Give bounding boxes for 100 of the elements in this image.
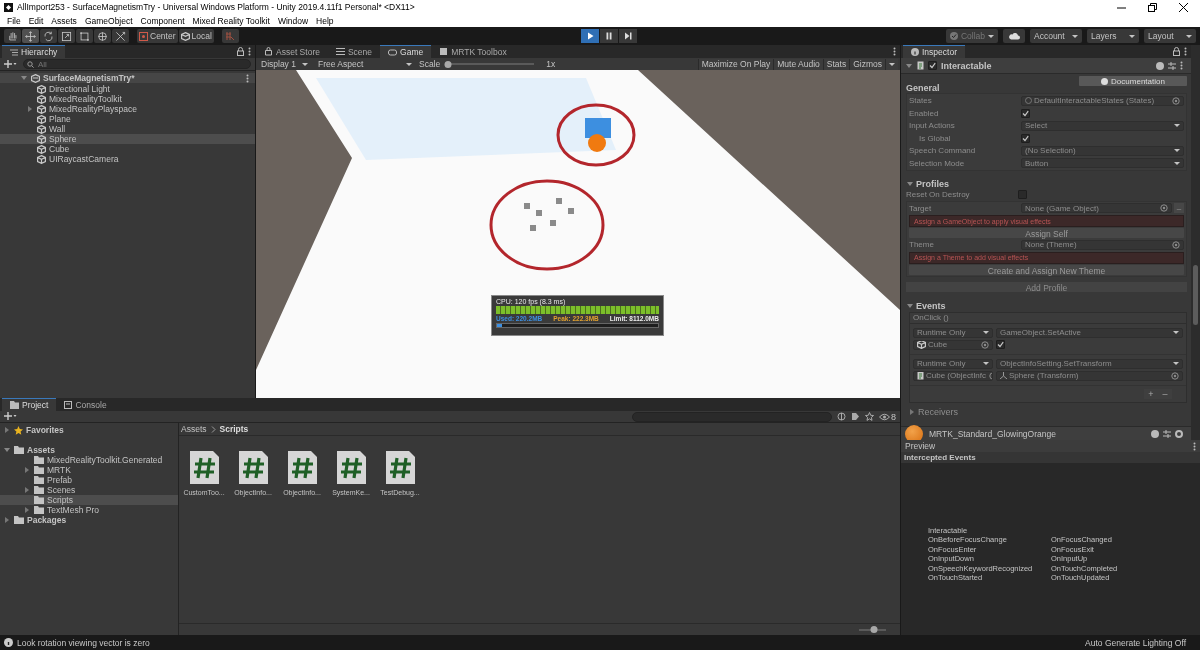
hand-tool-button[interactable]	[4, 29, 21, 43]
script-file-icon[interactable]	[286, 450, 318, 485]
help-icon[interactable]	[1151, 429, 1159, 438]
script-file-icon[interactable]	[384, 450, 416, 485]
breadcrumb-link[interactable]: Assets	[181, 424, 207, 434]
dropdown[interactable]: Select	[1021, 120, 1184, 131]
folder-item[interactable]: TextMesh Pro	[0, 505, 178, 515]
object-field[interactable]: Sphere (Transform)	[996, 370, 1183, 381]
rect-tool-button[interactable]	[76, 29, 93, 43]
eye-icon[interactable]	[879, 412, 890, 421]
transform-tool-button[interactable]	[94, 29, 111, 43]
script-file-icon[interactable]	[335, 450, 367, 485]
restore-icon[interactable]	[1148, 2, 1157, 12]
object-picker-icon[interactable]	[1171, 371, 1179, 380]
checkbox[interactable]	[1021, 133, 1030, 143]
hierarchy-item[interactable]: Plane	[0, 114, 255, 124]
enabled-checkbox[interactable]	[928, 61, 937, 70]
menu-item[interactable]: File	[3, 15, 25, 26]
folder-item[interactable]: Scripts	[0, 495, 178, 505]
menu-item[interactable]: Window	[273, 15, 313, 26]
toggle-button[interactable]: Gizmos	[849, 58, 885, 70]
panel-tab[interactable]: Project	[2, 398, 57, 411]
scene-row[interactable]: SurfaceMagnetismTry*	[0, 73, 255, 83]
menu-item[interactable]: Edit	[24, 15, 48, 26]
object-field[interactable]: Cube (ObjectInfc	[913, 370, 993, 381]
hierarchy-item[interactable]: Wall	[0, 124, 255, 134]
hierarchy-item[interactable]: MixedRealityPlayspace	[0, 104, 255, 114]
add-icon[interactable]	[4, 59, 17, 69]
documentation-button[interactable]: Documentation	[1079, 76, 1187, 86]
more-options-icon[interactable]	[1184, 47, 1187, 56]
expanded-arrow-icon[interactable]	[20, 74, 28, 82]
material-header[interactable]: MRTK_Standard_GlowingOrange	[901, 426, 1191, 440]
scrollbar-thumb[interactable]	[1193, 265, 1198, 325]
search-field[interactable]: All	[23, 59, 251, 69]
object-picker-icon[interactable]	[981, 340, 989, 349]
folder-item[interactable]: Assets	[0, 445, 178, 455]
object-field[interactable]: Cube	[913, 339, 993, 350]
collapsed-arrow-icon[interactable]	[908, 407, 916, 416]
expanded-arrow-icon[interactable]	[906, 302, 914, 310]
dropdown[interactable]: Layout	[1144, 29, 1196, 43]
add-button[interactable]: +	[1144, 388, 1158, 399]
folder-item[interactable]: Packages	[0, 515, 178, 525]
script-file-icon[interactable]	[188, 450, 220, 485]
step-button[interactable]	[618, 29, 637, 43]
dropdown[interactable]: ObjectInfoSetting.SetTransform	[996, 358, 1183, 369]
dropdown[interactable]: GameObject.SetActive	[996, 327, 1183, 338]
hierarchy-item[interactable]: Directional Light	[0, 84, 255, 94]
dropdown[interactable]: Account	[1030, 29, 1082, 43]
folder-item[interactable]: MixedRealityToolkit.Generated	[0, 455, 178, 465]
object-field[interactable]: None (Theme)	[1021, 239, 1184, 250]
gizmos-menu-button[interactable]	[885, 58, 898, 70]
collapsed-arrow-icon[interactable]	[3, 516, 11, 524]
display-dropdown[interactable]: Display 1	[258, 58, 311, 70]
panel-tab[interactable]: Inspector	[903, 45, 965, 58]
lock-icon[interactable]	[1173, 47, 1180, 56]
menu-item[interactable]: Help	[312, 15, 338, 26]
help-icon[interactable]	[1156, 61, 1164, 70]
collapsed-arrow-icon[interactable]	[23, 466, 31, 474]
dropdown[interactable]: Runtime Only	[913, 327, 993, 338]
slider-thumb[interactable]	[870, 626, 878, 633]
panel-tab[interactable]: Hierarchy	[2, 45, 66, 58]
more-options-icon[interactable]	[893, 47, 896, 56]
object-field[interactable]: None (Game Object)	[1021, 203, 1172, 214]
more-options-icon[interactable]	[246, 73, 249, 83]
checkbox[interactable]	[1018, 190, 1027, 200]
remove-button[interactable]: –	[1158, 388, 1172, 399]
hierarchy-item[interactable]: Sphere	[0, 134, 255, 144]
collapsed-arrow-icon[interactable]	[26, 105, 34, 113]
component-header[interactable]: Interactable	[901, 58, 1191, 74]
cloud-button[interactable]	[1003, 29, 1025, 43]
object-picker-icon[interactable]	[1160, 204, 1168, 213]
folder-item[interactable]: MRTK	[0, 465, 178, 475]
pause-button[interactable]	[599, 29, 618, 43]
menu-item[interactable]: Component	[136, 15, 189, 26]
pivot-button[interactable]: Center	[137, 29, 178, 43]
collapsed-arrow-icon[interactable]	[23, 506, 31, 514]
dropdown[interactable]: (No Selection)	[1021, 145, 1184, 156]
breadcrumb-link[interactable]: Scripts	[219, 424, 249, 434]
more-options-icon[interactable]	[1193, 441, 1196, 451]
checkbox[interactable]	[1021, 108, 1030, 118]
object-field[interactable]: DefaultInteractableStates (States)	[1021, 95, 1184, 106]
star-outline-icon[interactable]	[865, 412, 874, 421]
expanded-arrow-icon[interactable]	[3, 446, 11, 454]
menu-item[interactable]: Mixed Reality Toolkit	[188, 15, 274, 26]
expanded-arrow-icon[interactable]	[906, 179, 914, 188]
folder-item[interactable]: Scenes	[0, 485, 178, 495]
menu-item[interactable]: GameObject	[80, 15, 137, 26]
lock-icon[interactable]	[237, 47, 244, 56]
more-options-icon[interactable]	[248, 47, 251, 56]
add-icon[interactable]	[4, 412, 17, 421]
more-options-icon[interactable]	[1180, 61, 1183, 70]
panel-tab[interactable]: Game	[380, 45, 432, 58]
scrollbar[interactable]	[1191, 45, 1200, 440]
slider-thumb[interactable]	[444, 60, 452, 68]
dropdown[interactable]: Runtime Only	[913, 358, 993, 369]
hierarchy-item[interactable]: UIRaycastCamera	[0, 154, 255, 164]
folder-item[interactable]: Prefab	[0, 475, 178, 485]
dropdown[interactable]: Button	[1021, 158, 1184, 169]
favorites-item[interactable]: Favorites	[0, 425, 178, 435]
panel-tab[interactable]: Preview	[905, 441, 936, 451]
